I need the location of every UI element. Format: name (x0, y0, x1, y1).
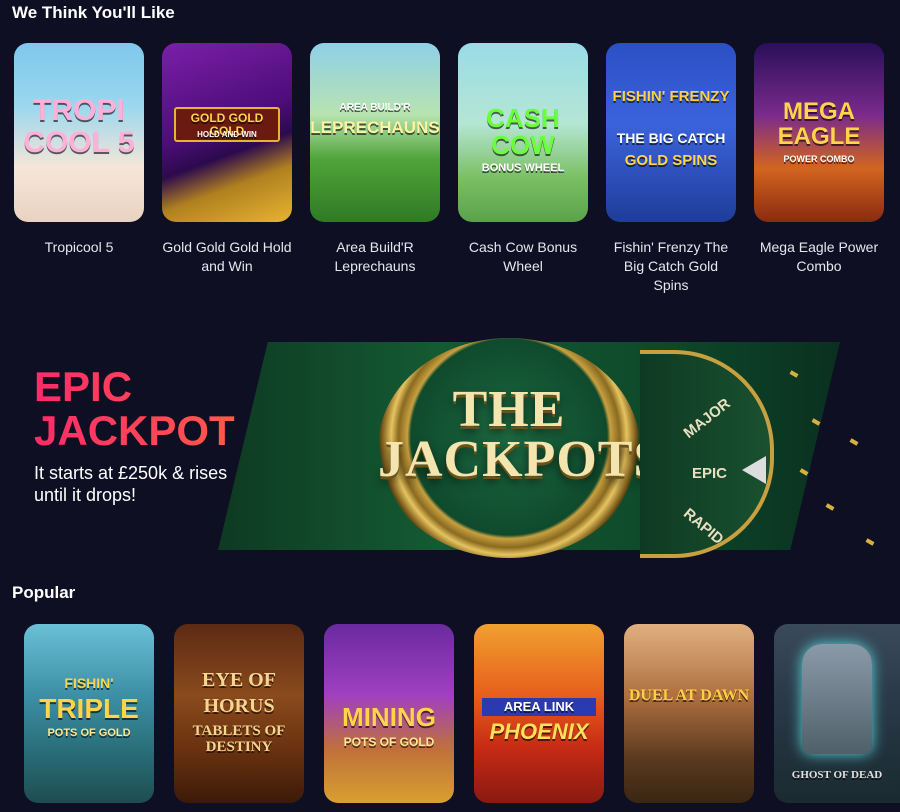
game-tile-tropicool-5[interactable]: TROPI COOL 5 (14, 43, 144, 222)
game-caption[interactable]: Gold Gold Gold Hold and Win (162, 238, 292, 276)
game-art-title: HORUS (203, 695, 275, 717)
game-art-subtitle: TABLETS OF DESTINY (192, 723, 286, 755)
game-tile-ghost-of-dead[interactable]: GHOST OF DEAD (774, 624, 900, 803)
game-art-title: DUEL AT DAWN (628, 687, 750, 704)
game-art-subtitle: POTS OF GOLD (343, 735, 435, 749)
game-art-title: LEPRECHAUNS (310, 118, 440, 137)
game-caption[interactable]: Fishin' Frenzy The Big Catch Gold Spins (606, 238, 736, 295)
game-art-title: PHOENIX (489, 719, 589, 744)
game-art-title: GHOST OF DEAD (791, 769, 883, 781)
coin-text: THE JACKPOTS (378, 381, 664, 488)
coin-text-line2: JACKPOTS (378, 431, 664, 488)
game-tile-mining-pots-of-gold[interactable]: MINING POTS OF GOLD (324, 624, 454, 803)
game-caption[interactable]: Tropicool 5 (14, 238, 144, 257)
wheel-pointer-icon (742, 456, 766, 484)
wheel-label-epic: EPIC (692, 465, 728, 482)
section-title-recommended: We Think You'll Like (12, 3, 175, 22)
game-art-top: FISHIN' FRENZY (612, 88, 730, 105)
game-tile-mega-eagle[interactable]: MEGA EAGLE POWER COMBO (754, 43, 884, 222)
game-art-subtitle: POWER COMBO (783, 154, 855, 164)
game-art-title: CASH COW (486, 103, 560, 161)
confetti-icon (849, 438, 859, 446)
game-art-top: FISHIN' (64, 675, 114, 691)
section-title-popular: Popular (12, 583, 76, 602)
game-art-subtitle: BONUS WHEEL (481, 162, 565, 174)
mask-icon (802, 644, 872, 754)
epic-title-line1: EPIC (34, 363, 133, 410)
game-caption[interactable]: Area Build'R Leprechauns (310, 238, 440, 276)
game-art-title: MINING (342, 702, 436, 732)
game-art-title: MEGA EAGLE (777, 98, 861, 151)
game-art-subtitle: HOLD AND WIN (197, 130, 257, 139)
confetti-icon (865, 538, 875, 546)
game-art-subtitle: POTS OF GOLD (47, 727, 131, 739)
coin-text-line1: THE (452, 381, 566, 438)
game-tile-fishin-triple[interactable]: FISHIN' TRIPLE POTS OF GOLD (24, 624, 154, 803)
game-caption[interactable]: Mega Eagle Power Combo (754, 238, 884, 276)
epic-title-line2: JACKPOT (34, 407, 235, 454)
game-art-top: EYE OF (202, 669, 276, 691)
game-art-subtitle: GOLD SPINS (624, 152, 718, 169)
game-art-subtitle: AREA BUILD'R (339, 102, 411, 113)
game-tile-fishin-frenzy[interactable]: FISHIN' FRENZY THE BIG CATCH GOLD SPINS (606, 43, 736, 222)
game-caption[interactable]: Cash Cow Bonus Wheel (458, 238, 588, 276)
game-tile-gold-gold-gold[interactable]: GOLD GOLD GOLD HOLD AND WIN (162, 43, 292, 222)
game-art-title: TROPI COOL 5 (23, 94, 135, 159)
epic-jackpot-title: EPIC JACKPOT (34, 365, 235, 453)
game-tile-cash-cow[interactable]: CASH COW BONUS WHEEL (458, 43, 588, 222)
confetti-icon (825, 503, 835, 511)
game-tile-eye-of-horus[interactable]: EYE OF HORUS TABLETS OF DESTINY (174, 624, 304, 803)
game-art-title: TRIPLE (39, 693, 139, 724)
game-art-title: THE BIG CATCH (616, 130, 726, 146)
game-tile-duel-at-dawn[interactable]: DUEL AT DAWN (624, 624, 754, 803)
epic-jackpot-subtitle: It starts at £250k & rises until it drop… (34, 463, 228, 505)
game-tile-area-link-phoenix[interactable]: AREA LINK PHOENIX (474, 624, 604, 803)
game-tile-area-buildr-leprechauns[interactable]: AREA BUILD'R LEPRECHAUNS (310, 43, 440, 222)
game-art-top: AREA LINK (482, 698, 596, 716)
